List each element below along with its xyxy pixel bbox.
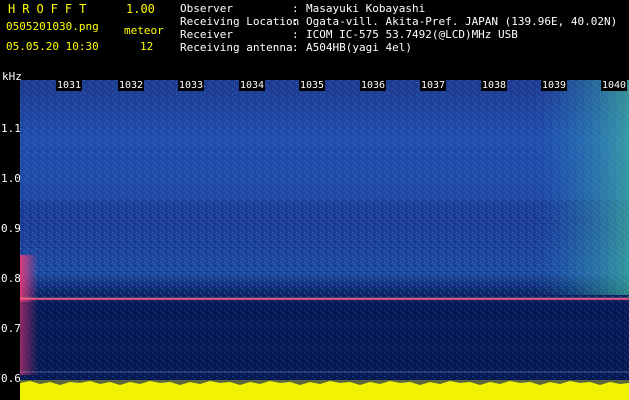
right-noise-region [540,80,629,295]
minute-marker: 1034 [239,80,266,91]
info-key: Receiver [180,28,233,41]
y-tick-label: 1.0 [1,172,21,185]
info-row-location: Receiving Location : Ogata-vill. Akita-P… [180,15,617,28]
minute-marker: 1031 [56,80,83,91]
info-separator: : [292,28,299,41]
minute-marker: 1038 [481,80,508,91]
minute-marker: 1039 [541,80,568,91]
spectrogram-graphics [20,80,629,400]
minute-marker: 1037 [420,80,447,91]
info-separator: : [292,2,299,15]
app-version: 1.00 [126,2,155,16]
y-tick-label: 0.7 [1,322,21,335]
meteor-count: 12 [140,40,154,53]
frequency-axis-unit: kHz [2,70,22,83]
datetime: 05.05.20 10:30 [6,40,99,53]
meteor-label: meteor [124,24,164,37]
y-tick-label: 1.1 [1,122,21,135]
y-tick-label: 0.8 [1,272,21,285]
y-tick-label: 0.6 [1,372,21,385]
station-info: Observer : Masayuki Kobayashi Receiving … [180,2,617,54]
info-value: Masayuki Kobayashi [306,2,426,15]
info-key: Receiving antenna [180,41,293,54]
filename: 0505201030.png [6,20,99,33]
minute-marker: 1033 [178,80,205,91]
info-row-antenna: Receiving antenna : A504HB(yagi 4el) [180,41,617,54]
signal-band [20,380,629,400]
info-separator: : [292,15,299,28]
info-value: A504HB(yagi 4el) [306,41,412,54]
info-row-observer: Observer : Masayuki Kobayashi [180,2,617,15]
minute-marker: 1032 [118,80,145,91]
minute-marker: 1035 [299,80,326,91]
info-separator: : [292,41,299,54]
info-value: ICOM IC-575 53.7492(@LCD)MHz USB [306,28,518,41]
minute-marker: 1040 [601,80,628,91]
app-title: HROFFT [8,2,94,16]
info-key: Observer [180,2,233,15]
info-value: Ogata-vill. Akita-Pref. JAPAN (139.96E, … [306,15,618,28]
y-tick-label: 0.9 [1,222,21,235]
info-row-receiver: Receiver : ICOM IC-575 53.7492(@LCD)MHz … [180,28,617,41]
info-key: Receiving Location [180,15,300,28]
spectrogram [20,80,629,400]
upper-noise-region [20,80,629,200]
minute-marker: 1036 [360,80,387,91]
